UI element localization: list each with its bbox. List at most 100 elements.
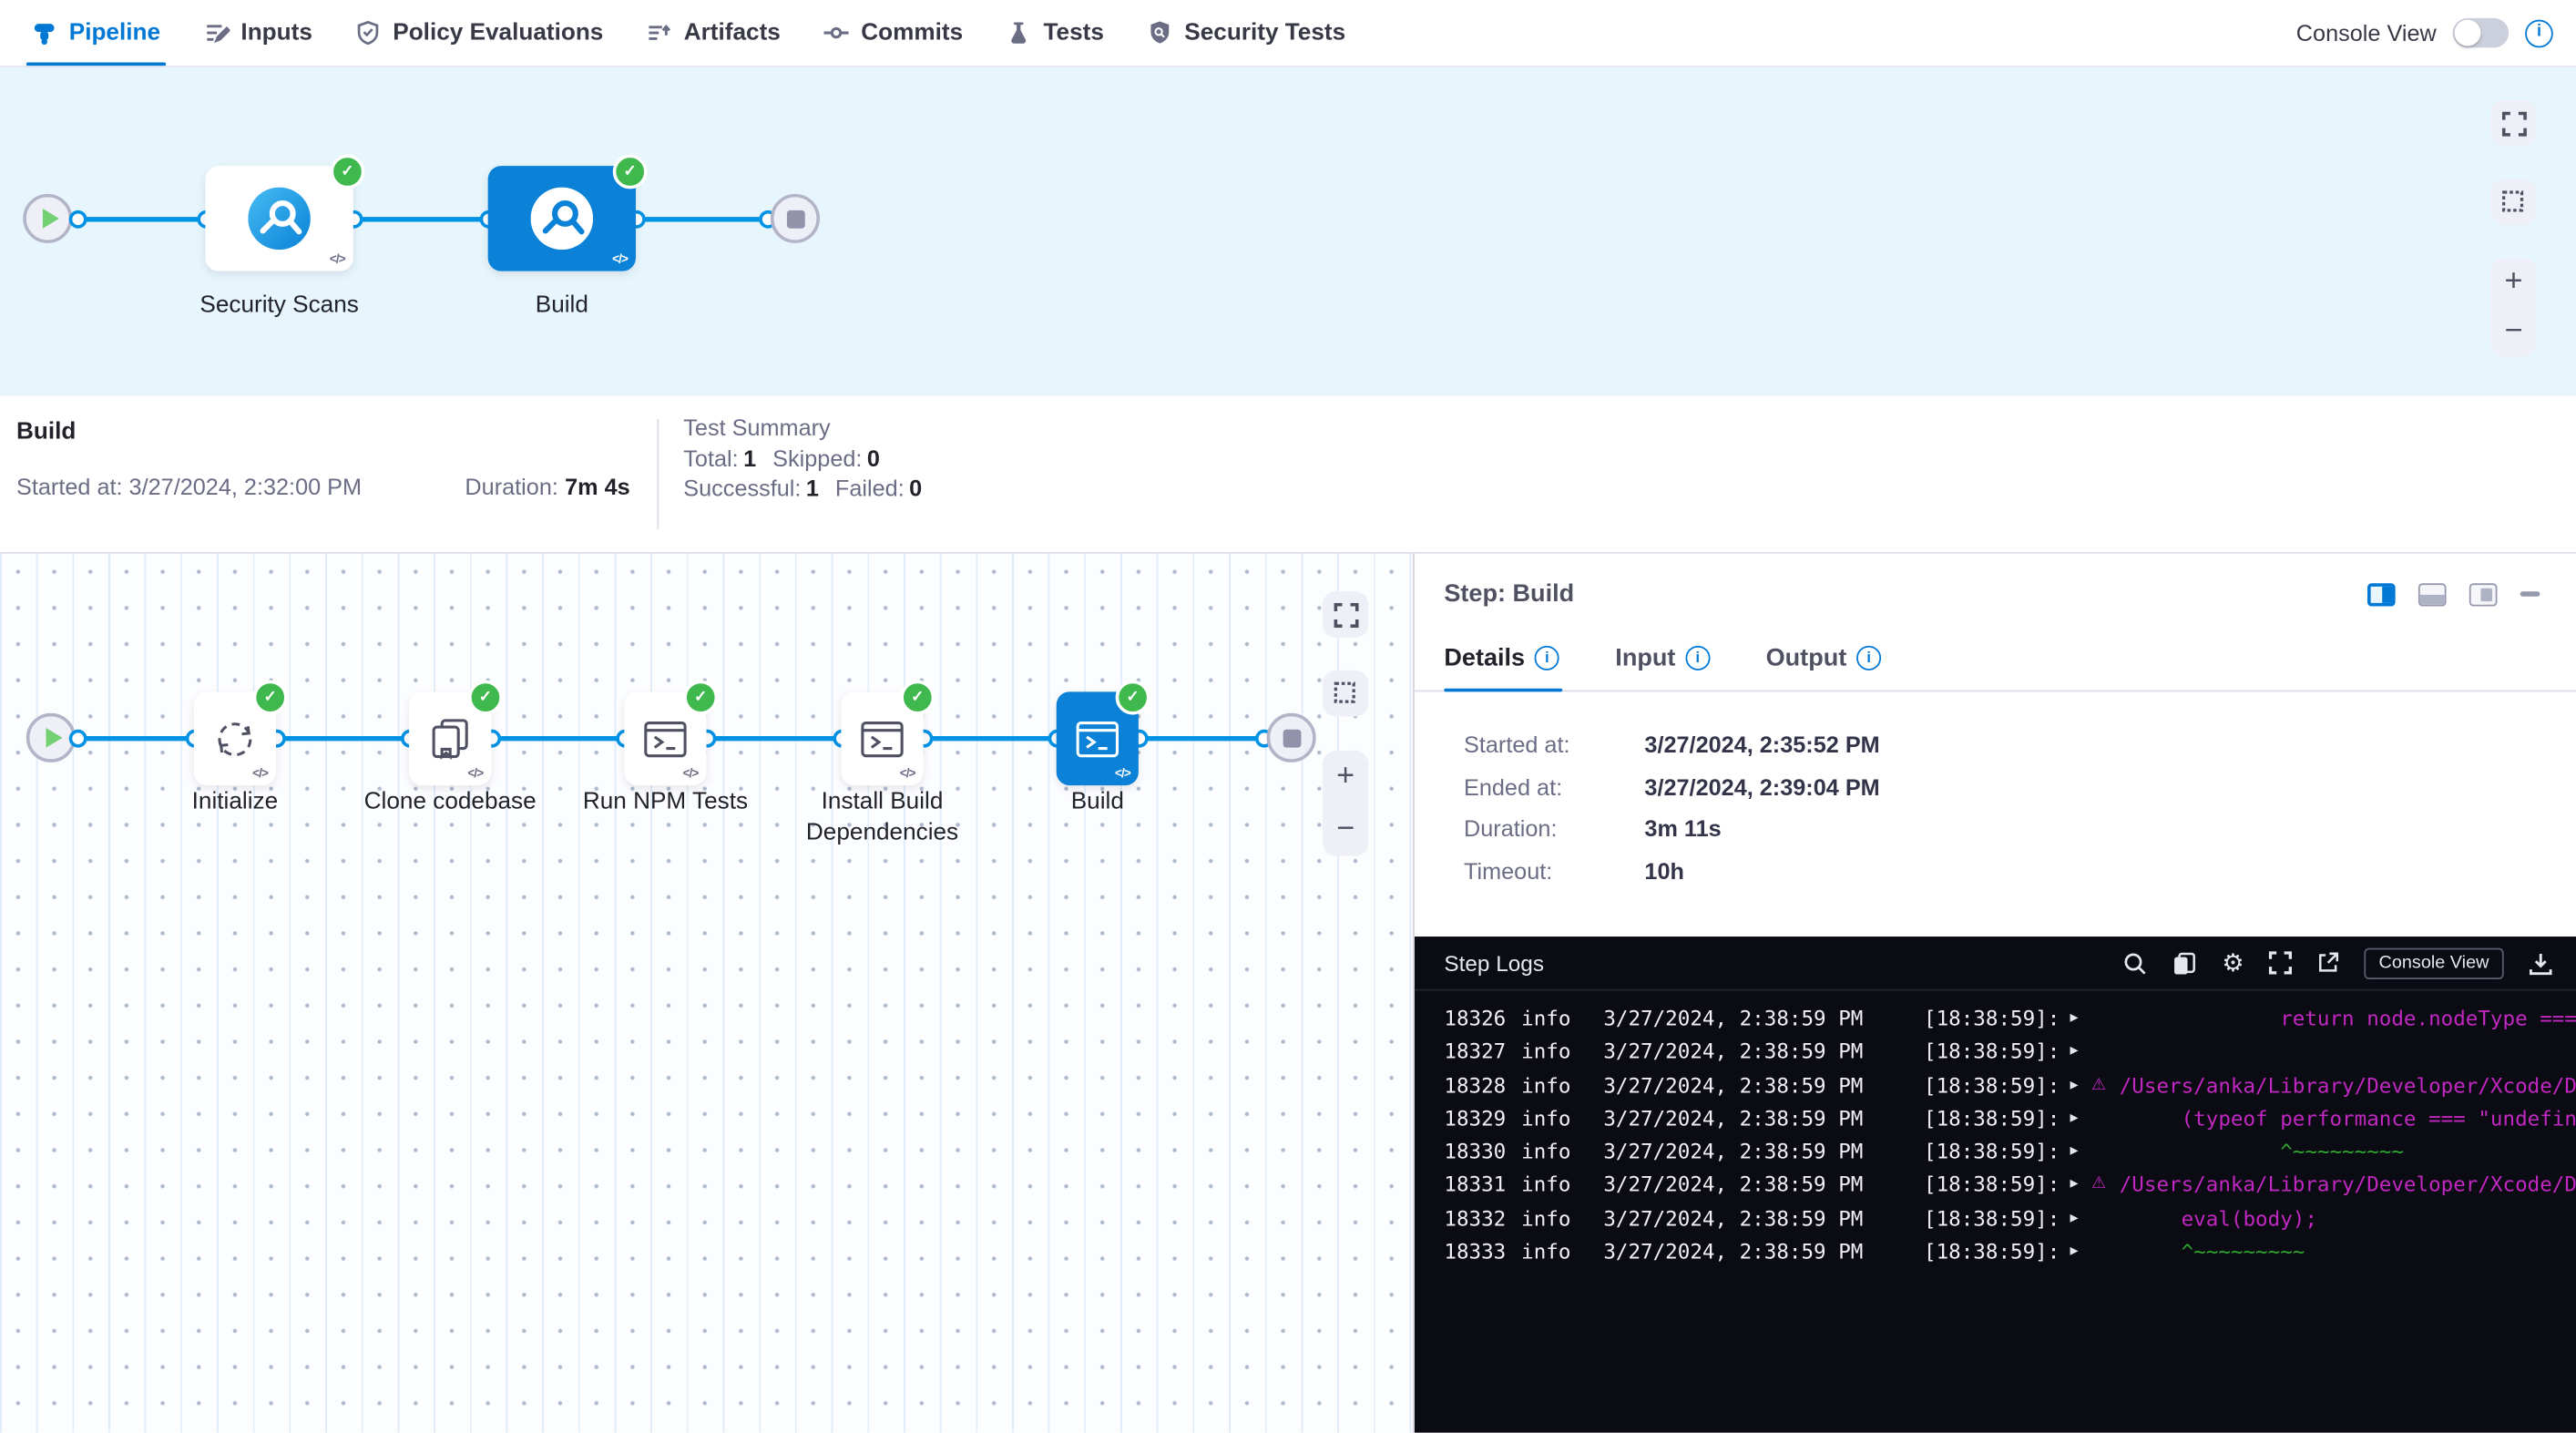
search-icon[interactable] [2123,950,2148,975]
log-expand-caret-icon: [18:38:59]: [1924,1237,2060,1266]
log-expand-caret-icon[interactable]: ▸ [2070,1004,2079,1033]
pipeline-edge [636,216,767,220]
copy-icon[interactable] [2172,950,2197,975]
step-label[interactable]: Build [983,787,1213,818]
success-check-badge: ✓ [683,681,718,715]
tab-output[interactable]: Output i [1766,644,1882,691]
info-icon[interactable]: i [1856,646,1881,670]
zoom-in-button[interactable]: + [2490,258,2537,307]
step-label[interactable]: Run NPM Tests [550,787,781,818]
log-expand-caret-icon[interactable]: ▸ [2070,1038,2079,1067]
policy-evaluations-icon [355,20,382,46]
tab-inputs[interactable]: Inputs [181,0,333,66]
field-row: Timeout:10h [1464,857,2576,884]
split-vertical-view-icon[interactable] [2367,582,2396,605]
zoom-in-button[interactable]: + [1323,751,1369,804]
pipeline-end-node[interactable] [771,194,820,243]
step-node-install-build-dependencies[interactable]: ✓ </> [841,691,923,785]
success-check-badge: ✓ [468,681,503,715]
stage-pipeline-canvas[interactable]: ✓ </> Security Scans ✓ </> Build [0,67,2576,396]
pipeline-end-node[interactable] [1267,713,1316,763]
edge-connector-dot [69,729,87,747]
step-node-build[interactable]: ✓ </> [1057,691,1139,785]
detail-view-icon[interactable] [2469,582,2498,605]
stage-node-build[interactable]: ✓ </> [488,166,636,271]
pipeline-edge [276,735,409,740]
minimize-panel-icon[interactable] [2520,591,2540,596]
fullscreen-icon[interactable] [2269,951,2292,974]
nav-tabs: Pipeline Inputs Policy Evaluations Artif… [10,0,1367,66]
tab-commits[interactable]: Commits [802,0,984,66]
info-icon[interactable]: i [1685,646,1710,670]
test-summary: Test Summary Total:1Skipped:0 Successful… [659,396,922,552]
tab-input[interactable]: Input i [1615,644,1710,691]
success-check-badge: ✓ [613,155,648,189]
success-check-badge: ✓ [900,681,935,715]
log-row: 18331info3/27/2024, 2:38:59 PM[18:38:59]… [1415,1169,2576,1203]
pipeline-edge [79,735,194,740]
log-level: info [1521,1237,1570,1266]
settings-gear-icon[interactable]: ⚙ [2222,950,2244,975]
stop-icon [1283,729,1301,747]
zoom-out-button[interactable]: − [2490,307,2537,356]
zoom-out-button[interactable]: − [1323,804,1369,856]
select-region-button[interactable] [2490,179,2537,226]
step-panel-tabs: Details i Input i Output i [1415,608,2576,691]
test-summary-title: Test Summary [683,413,922,443]
download-icon[interactable] [2529,950,2553,975]
log-level: info [1521,1070,1570,1100]
step-label[interactable]: Initialize [120,787,351,818]
tab-pipeline[interactable]: Pipeline [10,0,182,66]
stage-label[interactable]: Build [447,291,678,322]
success-check-badge: ✓ [253,681,288,715]
log-line-number: 18329 [1444,1104,1506,1133]
pipeline-start-node[interactable] [23,194,72,243]
select-region-button[interactable] [1323,670,1369,717]
tab-security-tests[interactable]: Security Tests [1125,0,1366,66]
code-badge: </> [683,765,699,780]
fullscreen-button[interactable] [2490,100,2537,147]
code-badge: </> [330,251,345,266]
fullscreen-button[interactable] [1323,591,1369,638]
info-icon[interactable]: i [1535,646,1559,670]
tab-policy-evaluations[interactable]: Policy Evaluations [333,0,624,66]
log-message: return node.nodeType === [2095,1004,2576,1033]
tab-label: Policy Evaluations [393,20,603,46]
console-view-toggle[interactable] [2453,18,2509,47]
tab-tests[interactable]: Tests [985,0,1126,66]
log-expand-caret-icon[interactable]: ▸ [2070,1171,2079,1200]
log-expand-caret-icon[interactable]: ▸ [2070,1070,2079,1100]
stage-node-security-scans[interactable]: ✓ </> [205,166,353,271]
log-clock: [18:38:59]: [1924,1171,2060,1200]
console-view-button[interactable]: Console View [2364,947,2503,978]
log-message: eval(body); [2095,1204,2576,1233]
log-level: info [1521,1137,1570,1166]
terminal-icon [857,714,906,763]
field-label: Timeout: [1464,857,1644,884]
log-line-number: 18326 [1444,1004,1506,1033]
log-expand-caret-icon[interactable]: ▸ [2070,1204,2079,1233]
log-expand-caret-icon[interactable]: ▸ [2070,1137,2079,1166]
tab-details[interactable]: Details i [1444,644,1559,691]
log-line-number: 18333 [1444,1237,1506,1266]
stage-label[interactable]: Security Scans [164,291,394,322]
execution-summary-bar: Build Started at: 3/27/2024, 2:32:00 PM … [0,396,2576,552]
step-node-clone-codebase[interactable]: ✓ </> [409,691,491,785]
step-node-run-npm-tests[interactable]: ✓ </> [624,691,706,785]
split-horizontal-view-icon[interactable] [2418,582,2447,605]
tab-artifacts[interactable]: Artifacts [625,0,802,66]
log-expand-caret-icon[interactable]: ▸ [2070,1237,2079,1266]
step-label[interactable]: Install BuildDependencies [767,787,997,850]
log-clock: [18:38:59]: [1924,1204,2060,1233]
step-node-initialize[interactable]: ✓ </> [194,691,276,785]
success-check-badge: ✓ [331,155,365,189]
info-icon[interactable]: i [2525,19,2553,47]
log-expand-caret-icon[interactable]: ▸ [2070,1104,2079,1133]
step-label[interactable]: Clone codebase [335,787,566,818]
open-in-new-icon[interactable] [2316,951,2339,974]
field-value: 3/27/2024, 2:35:52 PM [1644,732,1879,758]
log-clock: [18:38:59]: [1924,1104,2060,1133]
log-timestamp: 3/27/2024, 2:38:59 PM [1603,1237,1863,1266]
test-summary-line1: Total:1Skipped:0 [683,443,922,473]
step-pipeline-canvas[interactable]: ✓ </> Initialize ✓ </> Clone codebase [0,554,1415,1433]
